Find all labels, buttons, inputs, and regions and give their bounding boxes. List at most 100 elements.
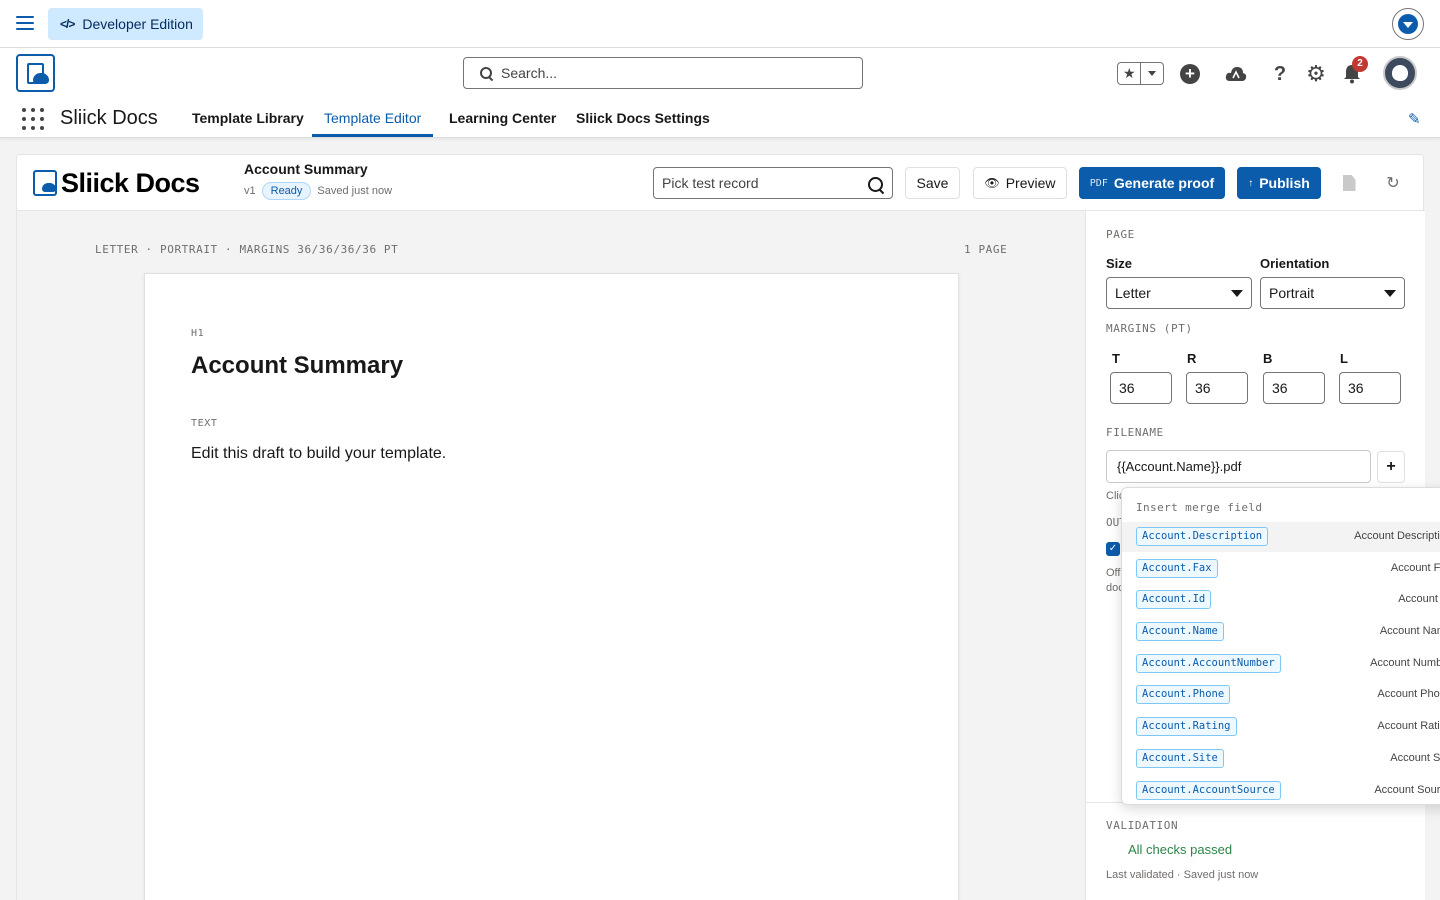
refresh-button[interactable]: ↻ xyxy=(1381,171,1405,195)
size-select[interactable]: Letter xyxy=(1106,277,1252,309)
merge-field-option[interactable]: Account.Description Account Description xyxy=(1122,522,1440,552)
global-search[interactable] xyxy=(463,57,863,89)
docs-logo-icon xyxy=(33,170,57,196)
merge-field-description: Account ID xyxy=(1398,593,1440,605)
nav-item-template-editor[interactable]: Template Editor xyxy=(324,110,421,126)
star-icon[interactable]: ★ xyxy=(1118,63,1142,84)
generate-proof-label: Generate proof xyxy=(1113,175,1215,191)
publish-label: Publish xyxy=(1259,175,1310,191)
app-launcher-icon[interactable] xyxy=(22,108,44,130)
document-page[interactable]: H1 Account Summary TEXT Edit this draft … xyxy=(144,273,959,900)
text-block[interactable]: Edit this draft to build your template. xyxy=(191,445,446,463)
merge-field-chip: Account.Rating xyxy=(1136,717,1237,736)
publish-button[interactable]: ↑ Publish xyxy=(1237,167,1321,199)
heading-block[interactable]: Account Summary xyxy=(191,352,403,380)
help-button[interactable]: ? xyxy=(1268,62,1292,86)
hamburger-icon[interactable] xyxy=(16,16,34,32)
merge-field-option[interactable]: Account.Site Account Site xyxy=(1122,744,1440,774)
section-label-margins: MARGINS (PT) xyxy=(1106,322,1193,335)
page-count: 1 PAGE xyxy=(964,243,1008,256)
merge-field-chip: Account.Description xyxy=(1136,527,1269,546)
merge-field-description: Account Source xyxy=(1374,784,1440,796)
file-icon xyxy=(1342,175,1356,191)
merge-field-option[interactable]: Account.Fax Account Fax xyxy=(1122,554,1440,584)
search-icon xyxy=(480,66,493,80)
chevron-down-icon xyxy=(1384,290,1396,297)
global-header: ★ + ? ⚙ 2 xyxy=(0,48,1440,98)
document-title: Account Summary xyxy=(244,161,368,177)
block-type-label: H1 xyxy=(191,328,205,339)
eye-icon: 👁 xyxy=(984,176,1000,190)
developer-edition-badge[interactable]: </> Developer Edition xyxy=(48,8,203,40)
global-actions-button[interactable]: + xyxy=(1178,62,1202,86)
edition-label: Developer Edition xyxy=(82,16,193,32)
test-record-picker[interactable] xyxy=(653,167,893,199)
insert-merge-field-button[interactable]: + xyxy=(1377,451,1405,483)
section-label-validation: VALIDATION xyxy=(1106,819,1179,832)
test-record-input[interactable] xyxy=(662,175,862,191)
app-name: Sliick Docs xyxy=(60,107,158,129)
merge-field-description: Account Site xyxy=(1390,752,1440,764)
merge-field-chip: Account.Name xyxy=(1136,622,1224,641)
document-canvas: LETTER · PORTRAIT · MARGINS 36/36/36/36 … xyxy=(17,211,1085,900)
output-hint-line1: Off xyxy=(1106,567,1121,579)
merge-field-description: Account Phone xyxy=(1377,688,1440,700)
arrow-up-icon: ↑ xyxy=(1248,177,1254,189)
editor-toolbar: Sliick Docs Account Summary v1 Ready Sav… xyxy=(17,155,1425,211)
merge-field-option[interactable]: Account.AccountSource Account Source xyxy=(1122,776,1440,804)
merge-field-chip: Account.Fax xyxy=(1136,559,1218,578)
active-tab-indicator xyxy=(312,134,433,137)
chevron-down-icon xyxy=(1148,71,1157,76)
validation-status: All checks passed xyxy=(1128,842,1233,857)
generate-proof-button[interactable]: PDF Generate proof xyxy=(1079,167,1225,199)
merge-field-chip: Account.Phone xyxy=(1136,685,1231,704)
file-button[interactable] xyxy=(1337,171,1361,195)
favorites-list-button[interactable] xyxy=(1141,71,1163,76)
margin-left-label: L xyxy=(1340,351,1348,366)
dropdown-title: Insert merge field xyxy=(1136,501,1263,514)
merge-field-description: Account Fax xyxy=(1390,562,1440,574)
status-badge: Ready xyxy=(261,182,312,200)
gear-icon: ⚙ xyxy=(1306,61,1326,86)
plus-icon: + xyxy=(1180,64,1200,84)
merge-field-option[interactable]: Account.Phone Account Phone xyxy=(1122,680,1440,710)
nav-item-settings[interactable]: Sliick Docs Settings xyxy=(576,110,710,126)
brand-name: Sliick Docs xyxy=(61,167,200,198)
org-logo[interactable] xyxy=(16,54,55,92)
merge-field-option[interactable]: Account.Name Account Name xyxy=(1122,617,1440,647)
nav-item-template-library[interactable]: Template Library xyxy=(192,110,304,126)
margin-top-input[interactable] xyxy=(1110,372,1172,404)
validation-timestamp: Last validated · Saved just now xyxy=(1106,869,1259,881)
merge-field-option[interactable]: Account.Rating Account Rating xyxy=(1122,712,1440,742)
margin-bottom-label: B xyxy=(1263,351,1273,366)
setup-button[interactable]: ⚙ xyxy=(1304,61,1328,86)
preview-button[interactable]: 👁 Preview xyxy=(973,167,1067,199)
global-search-input[interactable] xyxy=(501,65,841,81)
merge-field-dropdown: Insert merge field Account.Description A… xyxy=(1121,487,1440,805)
orientation-label: Orientation xyxy=(1260,256,1330,271)
document-meta: v1 Ready Saved just now xyxy=(244,182,392,200)
pencil-icon[interactable]: ✎ xyxy=(1408,110,1421,128)
chevron-down-icon xyxy=(1398,14,1418,34)
merge-field-description: Account Description xyxy=(1354,530,1440,542)
output-checkbox[interactable]: ✓ xyxy=(1106,542,1120,556)
code-icon: </> xyxy=(60,17,75,31)
account-menu-button[interactable] xyxy=(1392,8,1424,40)
favorites-button-group[interactable]: ★ xyxy=(1117,62,1164,85)
merge-field-option[interactable]: Account.Id Account ID xyxy=(1122,585,1440,615)
merge-field-option[interactable]: Account.AccountNumber Account Number xyxy=(1122,649,1440,679)
save-button[interactable]: Save xyxy=(905,167,960,199)
margin-left-input[interactable] xyxy=(1339,372,1401,404)
margin-bottom-input[interactable] xyxy=(1263,372,1325,404)
orientation-select[interactable]: Portrait xyxy=(1260,277,1405,309)
app-nav-bar: Sliick Docs Template Library Template Ed… xyxy=(0,98,1440,138)
user-avatar[interactable] xyxy=(1383,56,1417,90)
section-label-page: PAGE xyxy=(1106,228,1135,241)
search-icon xyxy=(868,177,884,193)
trailhead-button[interactable] xyxy=(1224,62,1248,86)
margin-right-input[interactable] xyxy=(1186,372,1248,404)
notifications-button[interactable]: 2 xyxy=(1340,56,1368,86)
section-label-filename: FILENAME xyxy=(1106,426,1164,439)
filename-input[interactable] xyxy=(1106,450,1371,483)
nav-item-learning-center[interactable]: Learning Center xyxy=(449,110,556,126)
